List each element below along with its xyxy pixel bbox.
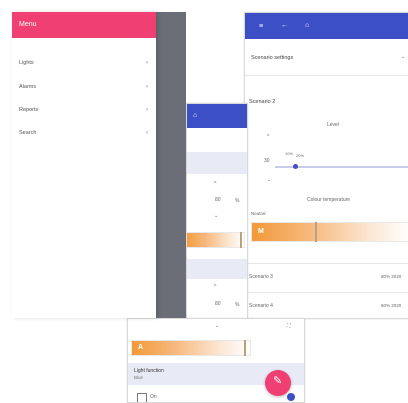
back-arrow-icon[interactable]: ← xyxy=(281,22,288,29)
home-icon[interactable]: ⌂ xyxy=(193,112,197,119)
menu-icon[interactable]: ≡ xyxy=(259,23,263,30)
colour-temperature-label: Colour temperature xyxy=(307,197,351,203)
info-icon[interactable] xyxy=(287,393,295,401)
light-function-value: Blue xyxy=(134,375,144,380)
value-bottom: 80 xyxy=(215,301,221,307)
scenario-3-value: 80% 2020 xyxy=(381,274,402,279)
colour-bar-marker[interactable] xyxy=(244,340,246,356)
light-function-label: Light function xyxy=(134,368,164,374)
unit-bottom: % xyxy=(235,302,240,308)
edit-fab[interactable]: ✎ xyxy=(265,370,291,396)
level-label: Level xyxy=(327,122,339,128)
colour-bar[interactable] xyxy=(187,232,245,248)
drawer-scrim[interactable] xyxy=(156,12,186,318)
top-app-bar: ≡ ← ⌂ xyxy=(245,13,408,39)
drawer-header: Menu xyxy=(12,12,156,38)
checkbox-label: On xyxy=(150,394,157,400)
light-function-screen: ⌄ ⛶ A Light function Blue On ✎ xyxy=(127,318,305,403)
scenario-settings-header: Scenario settings xyxy=(251,55,294,61)
divider xyxy=(245,263,408,264)
drawer-item-label: Search xyxy=(19,130,37,136)
colour-bar-marker[interactable] xyxy=(315,222,317,242)
section-band xyxy=(187,152,247,174)
level-up-chevron-icon[interactable]: ^ xyxy=(267,135,269,140)
scenario-4-value: 60% 2020 xyxy=(381,303,402,308)
colour-sub-label: Neutral xyxy=(251,211,266,216)
home-icon[interactable]: ⌂ xyxy=(305,22,309,29)
value-down-chevron-icon[interactable]: ⌄ xyxy=(215,324,219,329)
chevron-right-icon: › xyxy=(146,130,148,136)
edit-icon: ✎ xyxy=(273,375,283,387)
drawer-item-lights[interactable]: Lights › xyxy=(12,54,156,74)
dropdown-caret-icon[interactable]: ⌄ xyxy=(401,55,405,60)
drawer-item-alarms[interactable]: Alarms › xyxy=(12,78,156,98)
colour-bar[interactable]: A xyxy=(131,340,251,356)
level-tick-1: 10% xyxy=(285,151,294,156)
value-up-chevron-icon[interactable]: ^ xyxy=(214,182,216,187)
divider xyxy=(245,75,408,76)
colour-bar-value: A xyxy=(138,344,144,351)
drawer-item-label: Reports xyxy=(19,107,39,113)
value-top: 80 xyxy=(215,197,221,203)
drawer-item-label: Alarms xyxy=(19,84,37,90)
scenario-2-label: Scenario 2 xyxy=(249,99,276,105)
colour-bar-marker[interactable] xyxy=(240,232,242,248)
scenario-4-label: Scenario 4 xyxy=(249,303,273,309)
value-down-chevron-icon[interactable]: ⌄ xyxy=(214,214,218,219)
level-value: 30 xyxy=(264,158,270,164)
drawer-item-search[interactable]: Search › xyxy=(12,124,156,144)
lights-screen: ⌂ ^ 80 % ⌄ ^ 80 % xyxy=(186,103,248,320)
level-down-chevron-icon[interactable]: ⌄ xyxy=(267,178,271,183)
scenario-3-label: Scenario 3 xyxy=(249,274,273,280)
level-slider-thumb[interactable] xyxy=(293,164,298,169)
navigation-drawer: Menu Lights › Alarms › Reports › Search … xyxy=(12,12,156,318)
scenario-settings-screen: ≡ ← ⌂ Scenario settings ⌄ Scenario 2 Lev… xyxy=(244,12,408,319)
chevron-right-icon: › xyxy=(146,60,148,66)
top-app-bar: ⌂ xyxy=(187,104,247,128)
checkbox[interactable] xyxy=(137,393,147,402)
unit-top: % xyxy=(235,198,240,204)
divider xyxy=(245,292,408,293)
colour-bar-value: M xyxy=(258,228,264,235)
chevron-right-icon: › xyxy=(146,84,148,90)
drawer-title: Menu xyxy=(19,21,37,28)
colour-temperature-bar[interactable]: M xyxy=(251,222,408,242)
section-band xyxy=(187,259,247,279)
level-tick-2: 20% xyxy=(296,153,305,158)
expand-icon[interactable]: ⛶ xyxy=(287,324,291,329)
chevron-right-icon: › xyxy=(146,107,148,113)
drawer-item-label: Lights xyxy=(19,60,34,66)
drawer-item-reports[interactable]: Reports › xyxy=(12,101,156,121)
value-up-chevron-icon[interactable]: ^ xyxy=(214,285,216,290)
